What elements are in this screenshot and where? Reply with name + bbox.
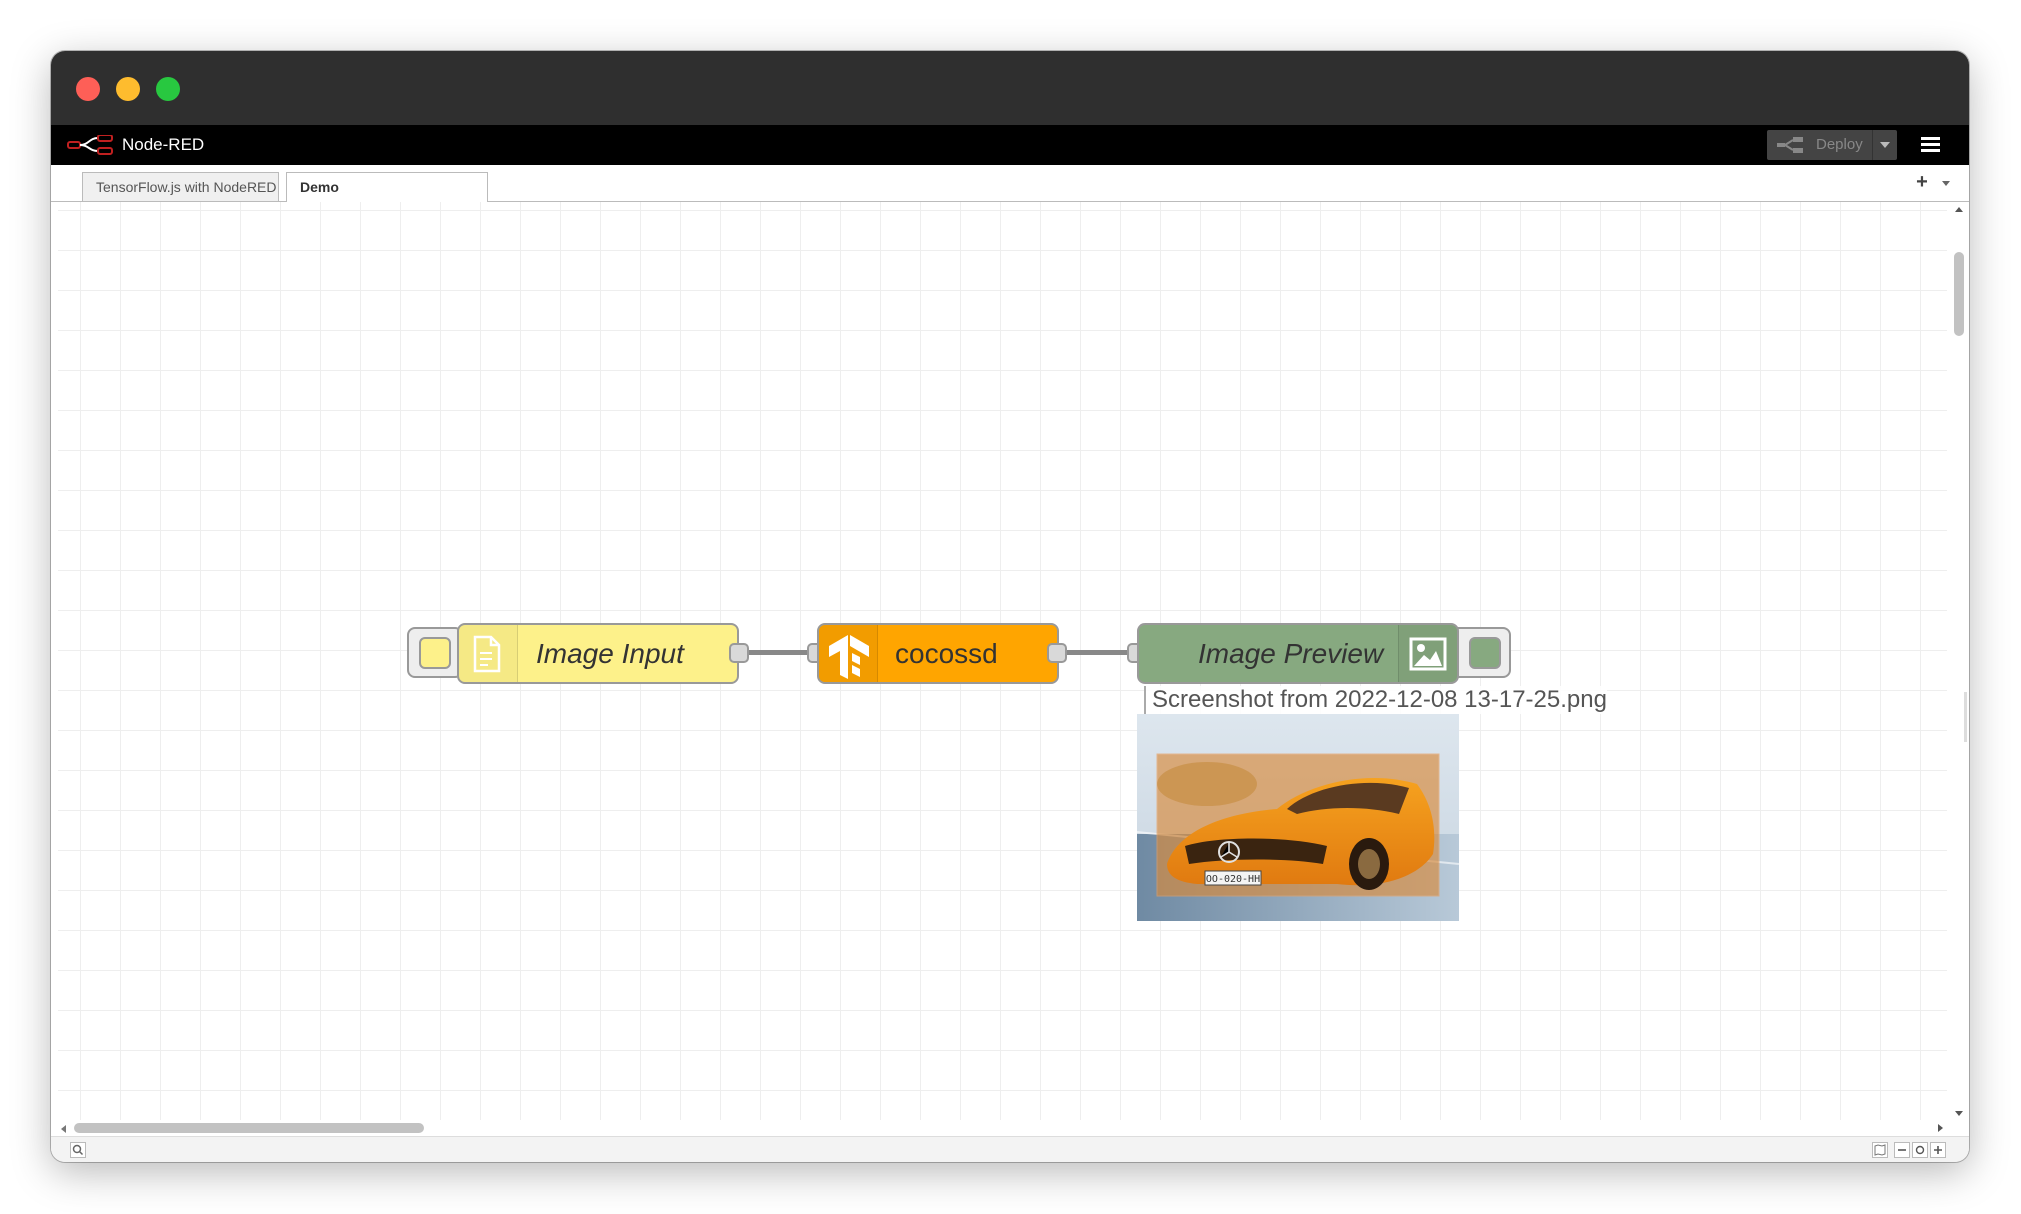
scroll-left-icon[interactable] <box>61 1125 66 1133</box>
zoom-in-icon[interactable] <box>1930 1142 1946 1158</box>
inject-button[interactable] <box>407 627 463 678</box>
workspace-tabs: TensorFlow.js with NodeRED Demo + <box>51 165 1969 203</box>
scroll-right-icon[interactable] <box>1938 1124 1943 1132</box>
image-input-output-port[interactable] <box>729 643 749 663</box>
app-title: Node-RED <box>122 135 205 154</box>
map-icon[interactable] <box>1872 1142 1888 1158</box>
image-input-node[interactable]: Image Input <box>457 623 739 684</box>
car-image: OO-020-HH <box>1137 714 1459 921</box>
cocossd-output-port[interactable] <box>1047 643 1067 663</box>
window-titlebar <box>51 51 1969 125</box>
vertical-scrollbar[interactable] <box>1947 202 1969 1120</box>
image-preview-label: Image Preview <box>1198 637 1384 669</box>
node-icon-area <box>819 625 878 682</box>
deploy-icon <box>1777 137 1803 153</box>
preview-image: OO-020-HH <box>1137 714 1459 921</box>
cocossd-node[interactable]: cocossd <box>817 623 1059 684</box>
close-window-button[interactable] <box>76 77 100 101</box>
maximize-window-button[interactable] <box>156 77 180 101</box>
menu-icon[interactable] <box>1921 135 1941 155</box>
tensorflow-icon <box>829 635 869 679</box>
wire-cocossd-to-preview[interactable] <box>1064 650 1136 655</box>
app-header: Node-RED Deploy <box>51 125 1969 165</box>
image-preview-node[interactable]: Image Preview <box>1137 623 1459 684</box>
image-input-label: Image Input <box>536 637 684 669</box>
app-window: Node-RED Deploy TensorFlow.js with NodeR… <box>51 51 1969 1162</box>
license-plate-text: OO-020-HH <box>1206 874 1260 885</box>
horizontal-scroll-thumb[interactable] <box>74 1123 424 1133</box>
logo-icon <box>67 135 113 155</box>
zoom-out-icon[interactable] <box>1894 1142 1910 1158</box>
node-icon-area <box>1398 625 1457 682</box>
file-icon <box>473 635 501 673</box>
preview-filename: Screenshot from 2022-12-08 13-17-25.png <box>1144 686 1607 714</box>
tab-tensorflow[interactable]: TensorFlow.js with NodeRED <box>82 172 279 201</box>
scroll-down-icon[interactable] <box>1955 1111 1963 1116</box>
deploy-button[interactable]: Deploy <box>1767 130 1897 160</box>
tab-menu-icon[interactable] <box>1941 179 1953 189</box>
minimize-window-button[interactable] <box>116 77 140 101</box>
zoom-reset-icon[interactable] <box>1912 1142 1928 1158</box>
image-icon <box>1409 637 1447 671</box>
deploy-label: Deploy <box>1816 136 1863 153</box>
deploy-options-button[interactable] <box>1872 130 1897 160</box>
tab-demo[interactable]: Demo <box>286 172 488 203</box>
cocossd-label: cocossd <box>895 637 998 669</box>
horizontal-scrollbar[interactable] <box>58 1120 1947 1136</box>
vertical-scroll-thumb[interactable] <box>1954 252 1964 336</box>
sidebar-resize-handle[interactable] <box>1964 692 1967 742</box>
scroll-up-icon[interactable] <box>1955 207 1963 212</box>
node-icon-area <box>459 625 518 682</box>
add-tab-icon[interactable]: + <box>1913 172 1931 192</box>
search-icon[interactable] <box>70 1142 86 1158</box>
workspace-footer <box>51 1136 1969 1162</box>
